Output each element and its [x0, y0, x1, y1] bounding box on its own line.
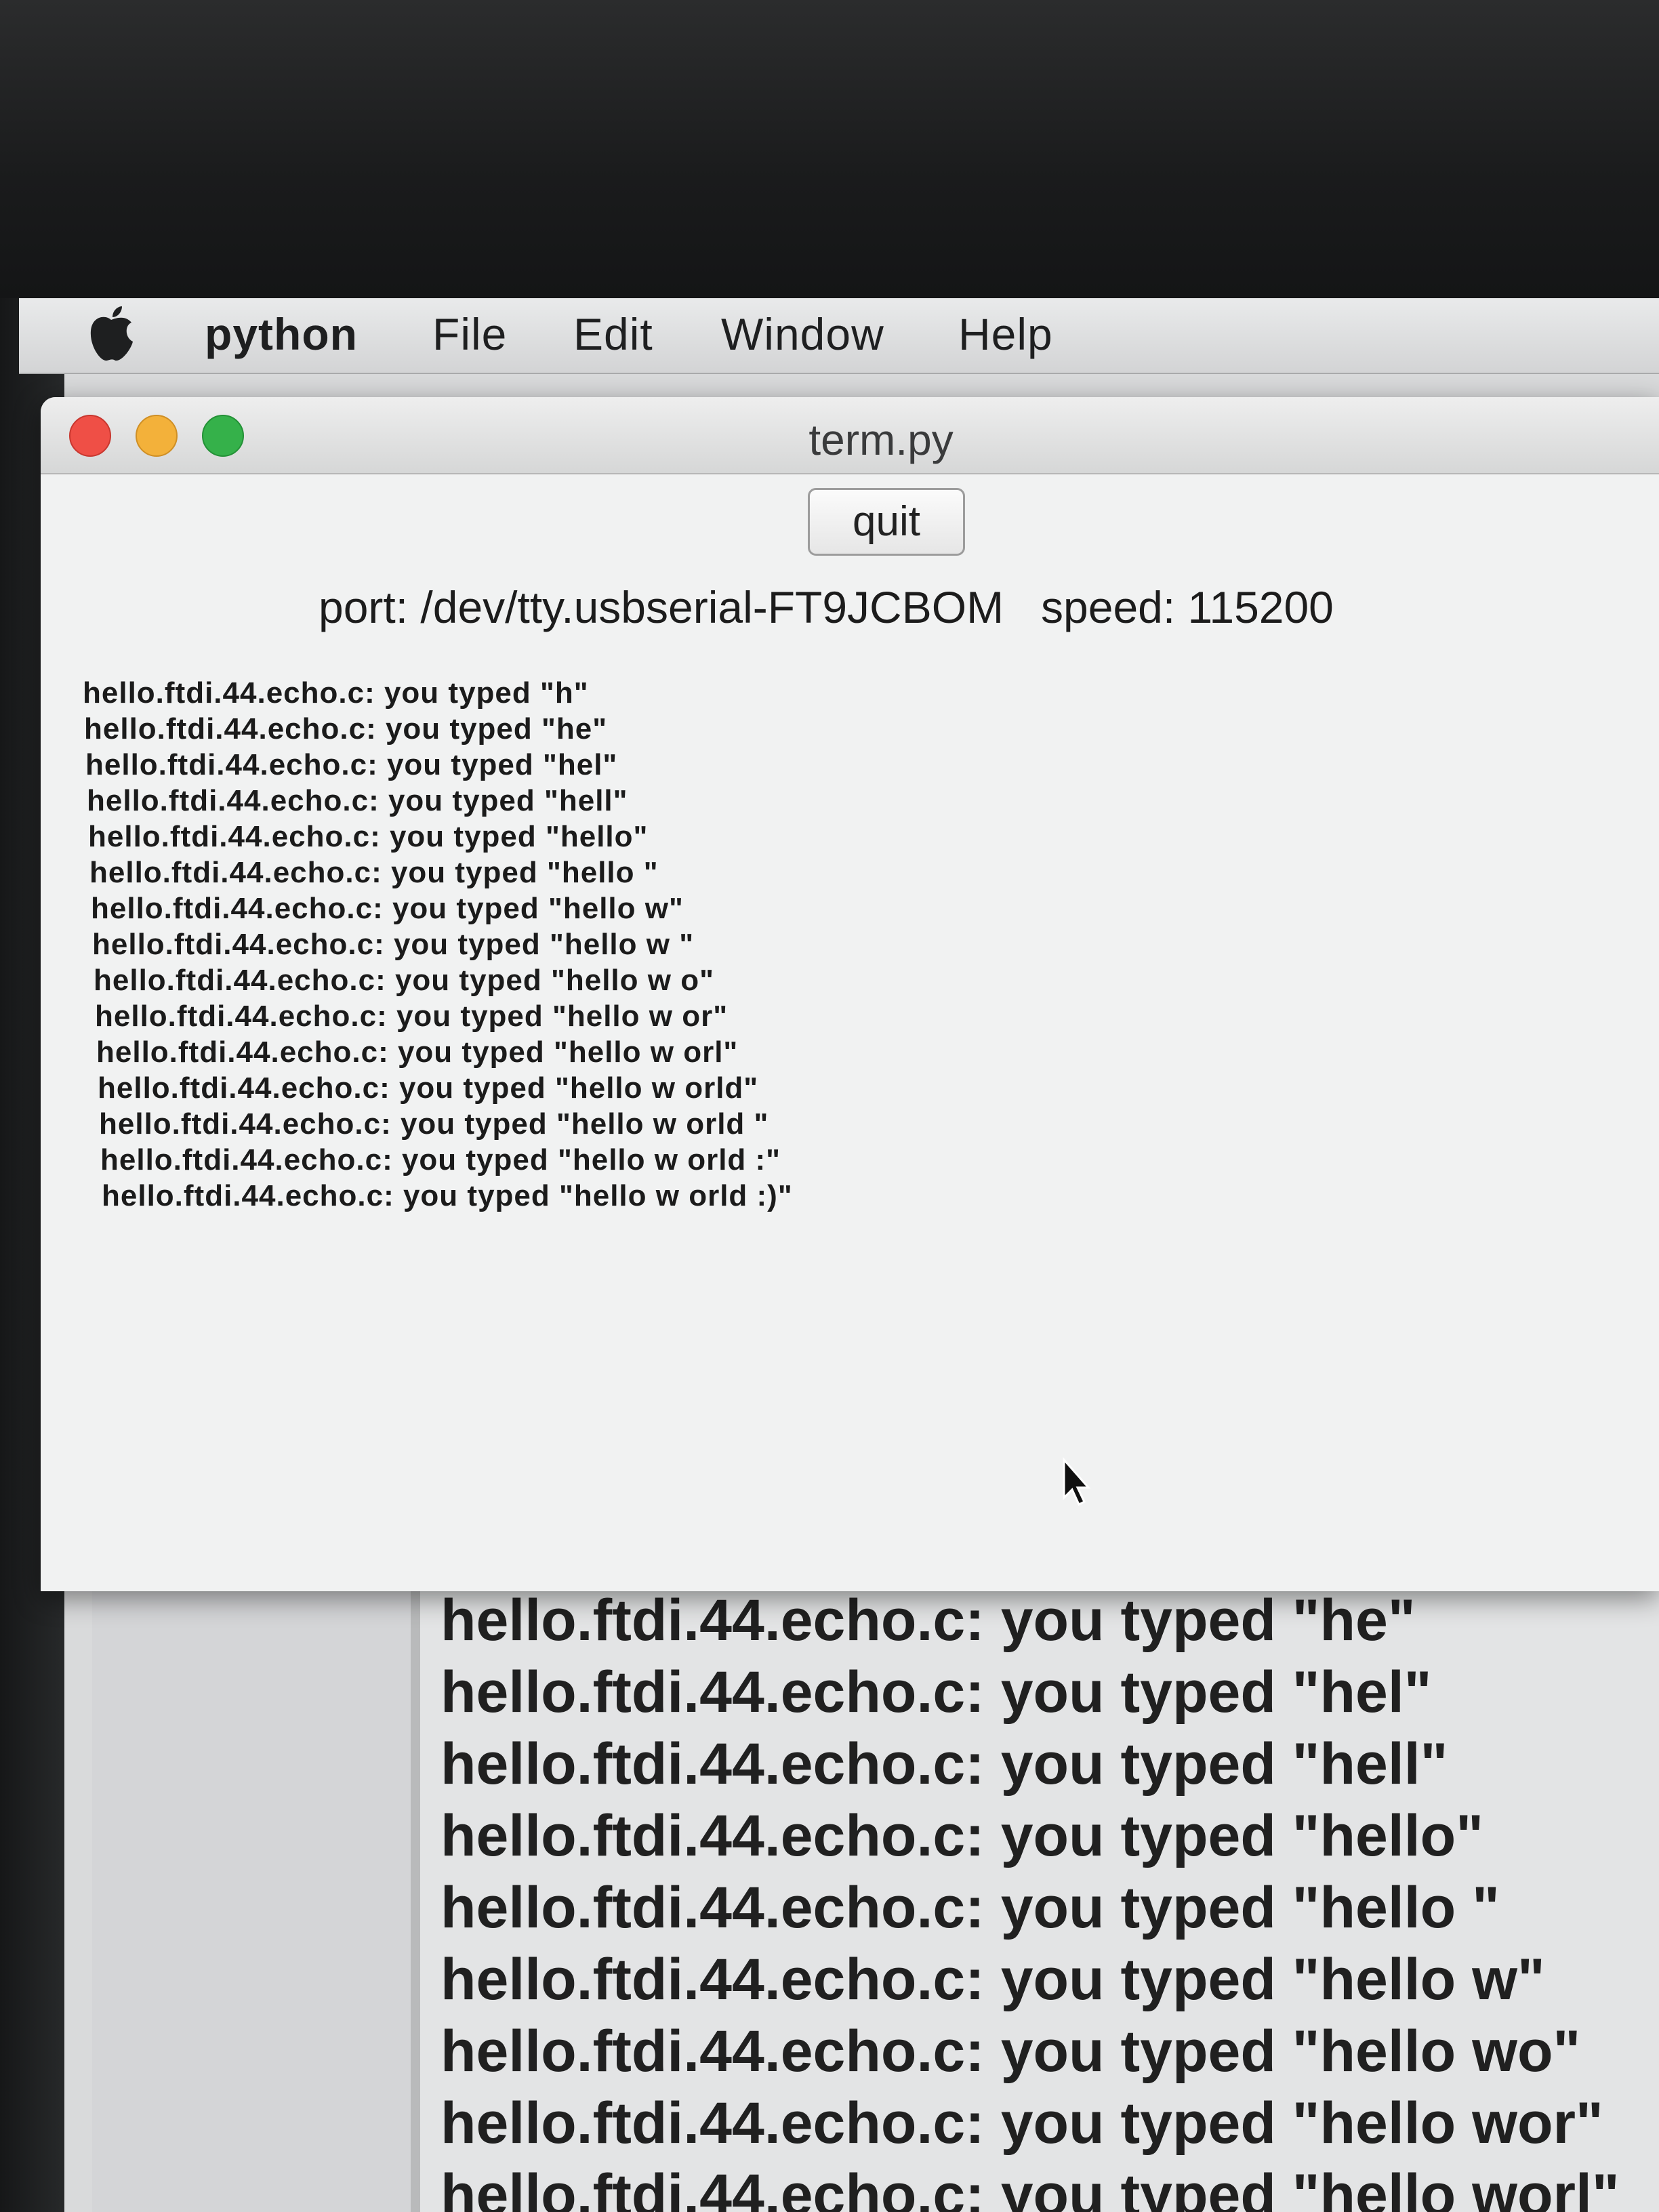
terminal-line: hello.ftdi.44.echo.c: you typed "h" [83, 676, 589, 710]
window-title: term.py [808, 415, 954, 464]
background-terminal-line: hello.ftdi.44.echo.c: you typed "hell" [441, 1732, 1448, 1797]
terminal-line: hello.ftdi.44.echo.c: you typed "hello w… [98, 1071, 759, 1105]
menu-help[interactable]: Help [958, 308, 1053, 360]
background-terminal-line: hello.ftdi.44.echo.c: you typed "hel" [441, 1660, 1432, 1725]
terminal-line: hello.ftdi.44.echo.c: you typed "hello w… [99, 1107, 769, 1141]
terminal-line: hello.ftdi.44.echo.c: you typed "hello w… [102, 1179, 793, 1212]
background-window-sidebar [92, 1591, 411, 2212]
screen-bezel-top [0, 0, 1659, 298]
background-terminal-line: hello.ftdi.44.echo.c: you typed "hello " [441, 1875, 1500, 1940]
close-button[interactable] [69, 415, 111, 457]
terminal-line: hello.ftdi.44.echo.c: you typed "hello w… [95, 1000, 729, 1033]
terminal-line: hello.ftdi.44.echo.c: you typed "he" [84, 712, 608, 745]
minimize-button[interactable] [136, 415, 178, 457]
background-terminal-line: hello.ftdi.44.echo.c: you typed "hello w… [441, 1947, 1545, 2012]
background-terminal-line: hello.ftdi.44.echo.c: you typed "he" [441, 1591, 1416, 1653]
background-terminal-line: hello.ftdi.44.echo.c: you typed "hello w… [441, 2019, 1581, 2084]
terminal-line: hello.ftdi.44.echo.c: you typed "hello" [88, 820, 649, 853]
terminal-line: hello.ftdi.44.echo.c: you typed "hello w… [94, 964, 714, 997]
zoom-button[interactable] [202, 415, 244, 457]
terminal-line: hello.ftdi.44.echo.c: you typed "hello " [89, 856, 659, 889]
quit-button[interactable]: quit [808, 488, 965, 556]
terminal-line: hello.ftdi.44.echo.c: you typed "hel" [85, 748, 618, 781]
port-speed-status: port: /dev/tty.usbserial-FT9JCBOM speed:… [319, 582, 1334, 632]
terminal-line: hello.ftdi.44.echo.c: you typed "hello w… [91, 892, 684, 925]
menu-edit[interactable]: Edit [573, 308, 653, 360]
background-terminal-line: hello.ftdi.44.echo.c: you typed "hello" [441, 1803, 1483, 1868]
menu-file[interactable]: File [432, 308, 507, 360]
background-terminal-line: hello.ftdi.44.echo.c: you typed "hello w… [441, 2163, 1620, 2212]
terminal-line: hello.ftdi.44.echo.c: you typed "hello w… [92, 928, 695, 961]
menu-window[interactable]: Window [721, 308, 884, 360]
apple-logo-icon[interactable] [87, 305, 136, 363]
background-terminal-line: hello.ftdi.44.echo.c: you typed "hello w… [441, 2091, 1603, 2156]
terminal-line: hello.ftdi.44.echo.c: you typed "hello w… [100, 1143, 781, 1176]
background-terminal: hello.ftdi.44.echo.c: you typed "he" hel… [411, 1591, 1659, 2212]
terminal-line: hello.ftdi.44.echo.c: you typed "hello w… [96, 1036, 739, 1069]
mouse-pointer-icon [1063, 1457, 1091, 1507]
terminal-line: hello.ftdi.44.echo.c: you typed "hell" [87, 784, 628, 817]
menu-app-python[interactable]: python [205, 308, 358, 360]
terminal-output: hello.ftdi.44.echo.c: you typed "h" hell… [83, 676, 1167, 1232]
